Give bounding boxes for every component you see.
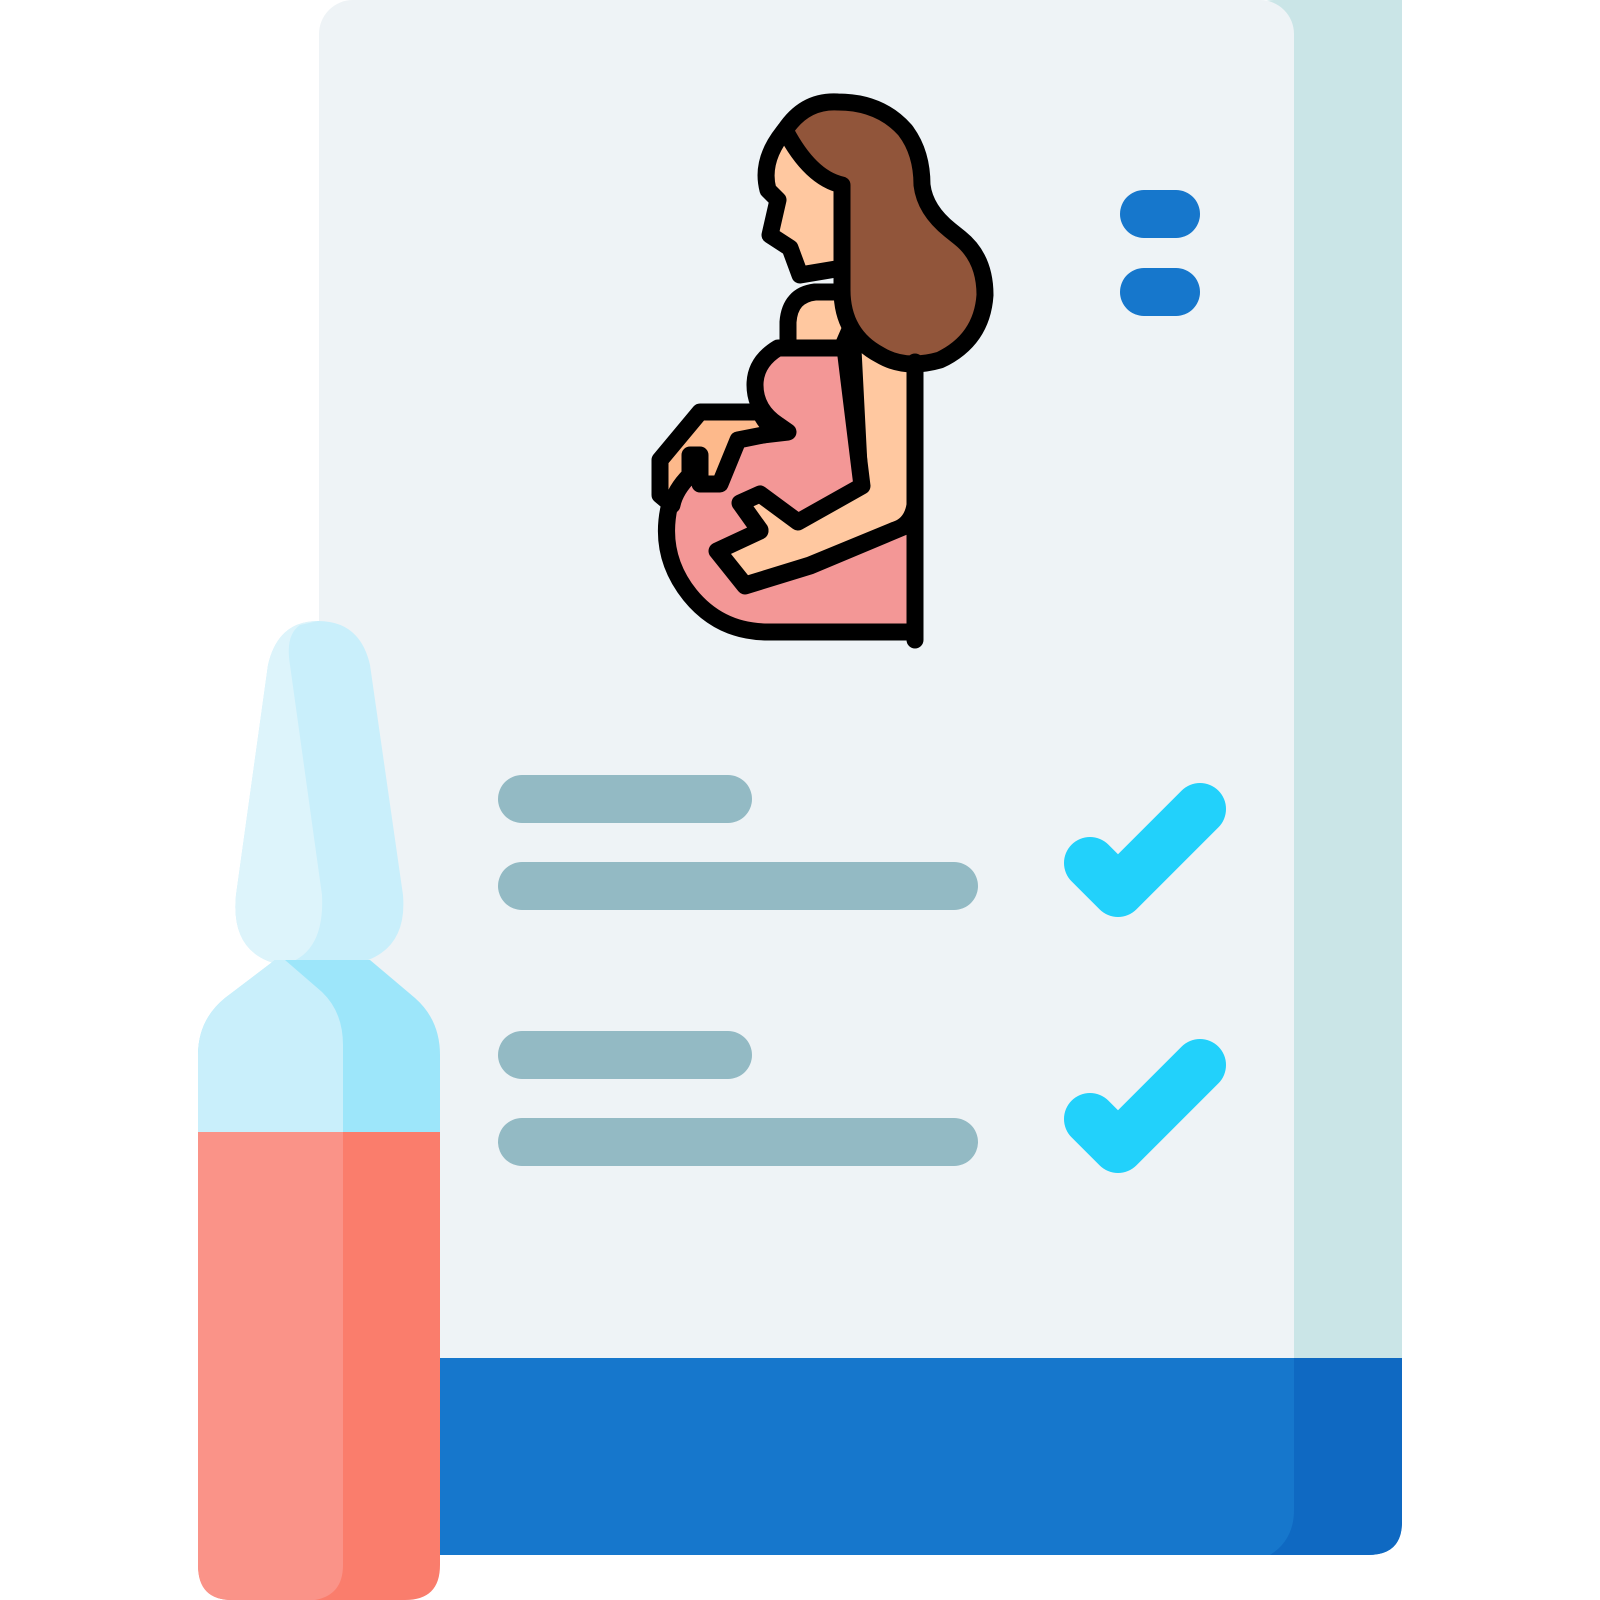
ampoule-liquid-highlight <box>198 1132 343 1600</box>
medical-checklist-illustration <box>198 0 1402 1600</box>
text-line-long <box>498 862 978 910</box>
document-shadow-strip <box>1294 0 1402 1360</box>
text-line-short <box>498 775 752 823</box>
menu-dash-bottom <box>1120 268 1200 316</box>
text-line-short <box>498 1031 752 1079</box>
text-line-long <box>498 1118 978 1166</box>
document-footer-band <box>319 1358 1402 1555</box>
menu-dash-top <box>1120 190 1200 238</box>
